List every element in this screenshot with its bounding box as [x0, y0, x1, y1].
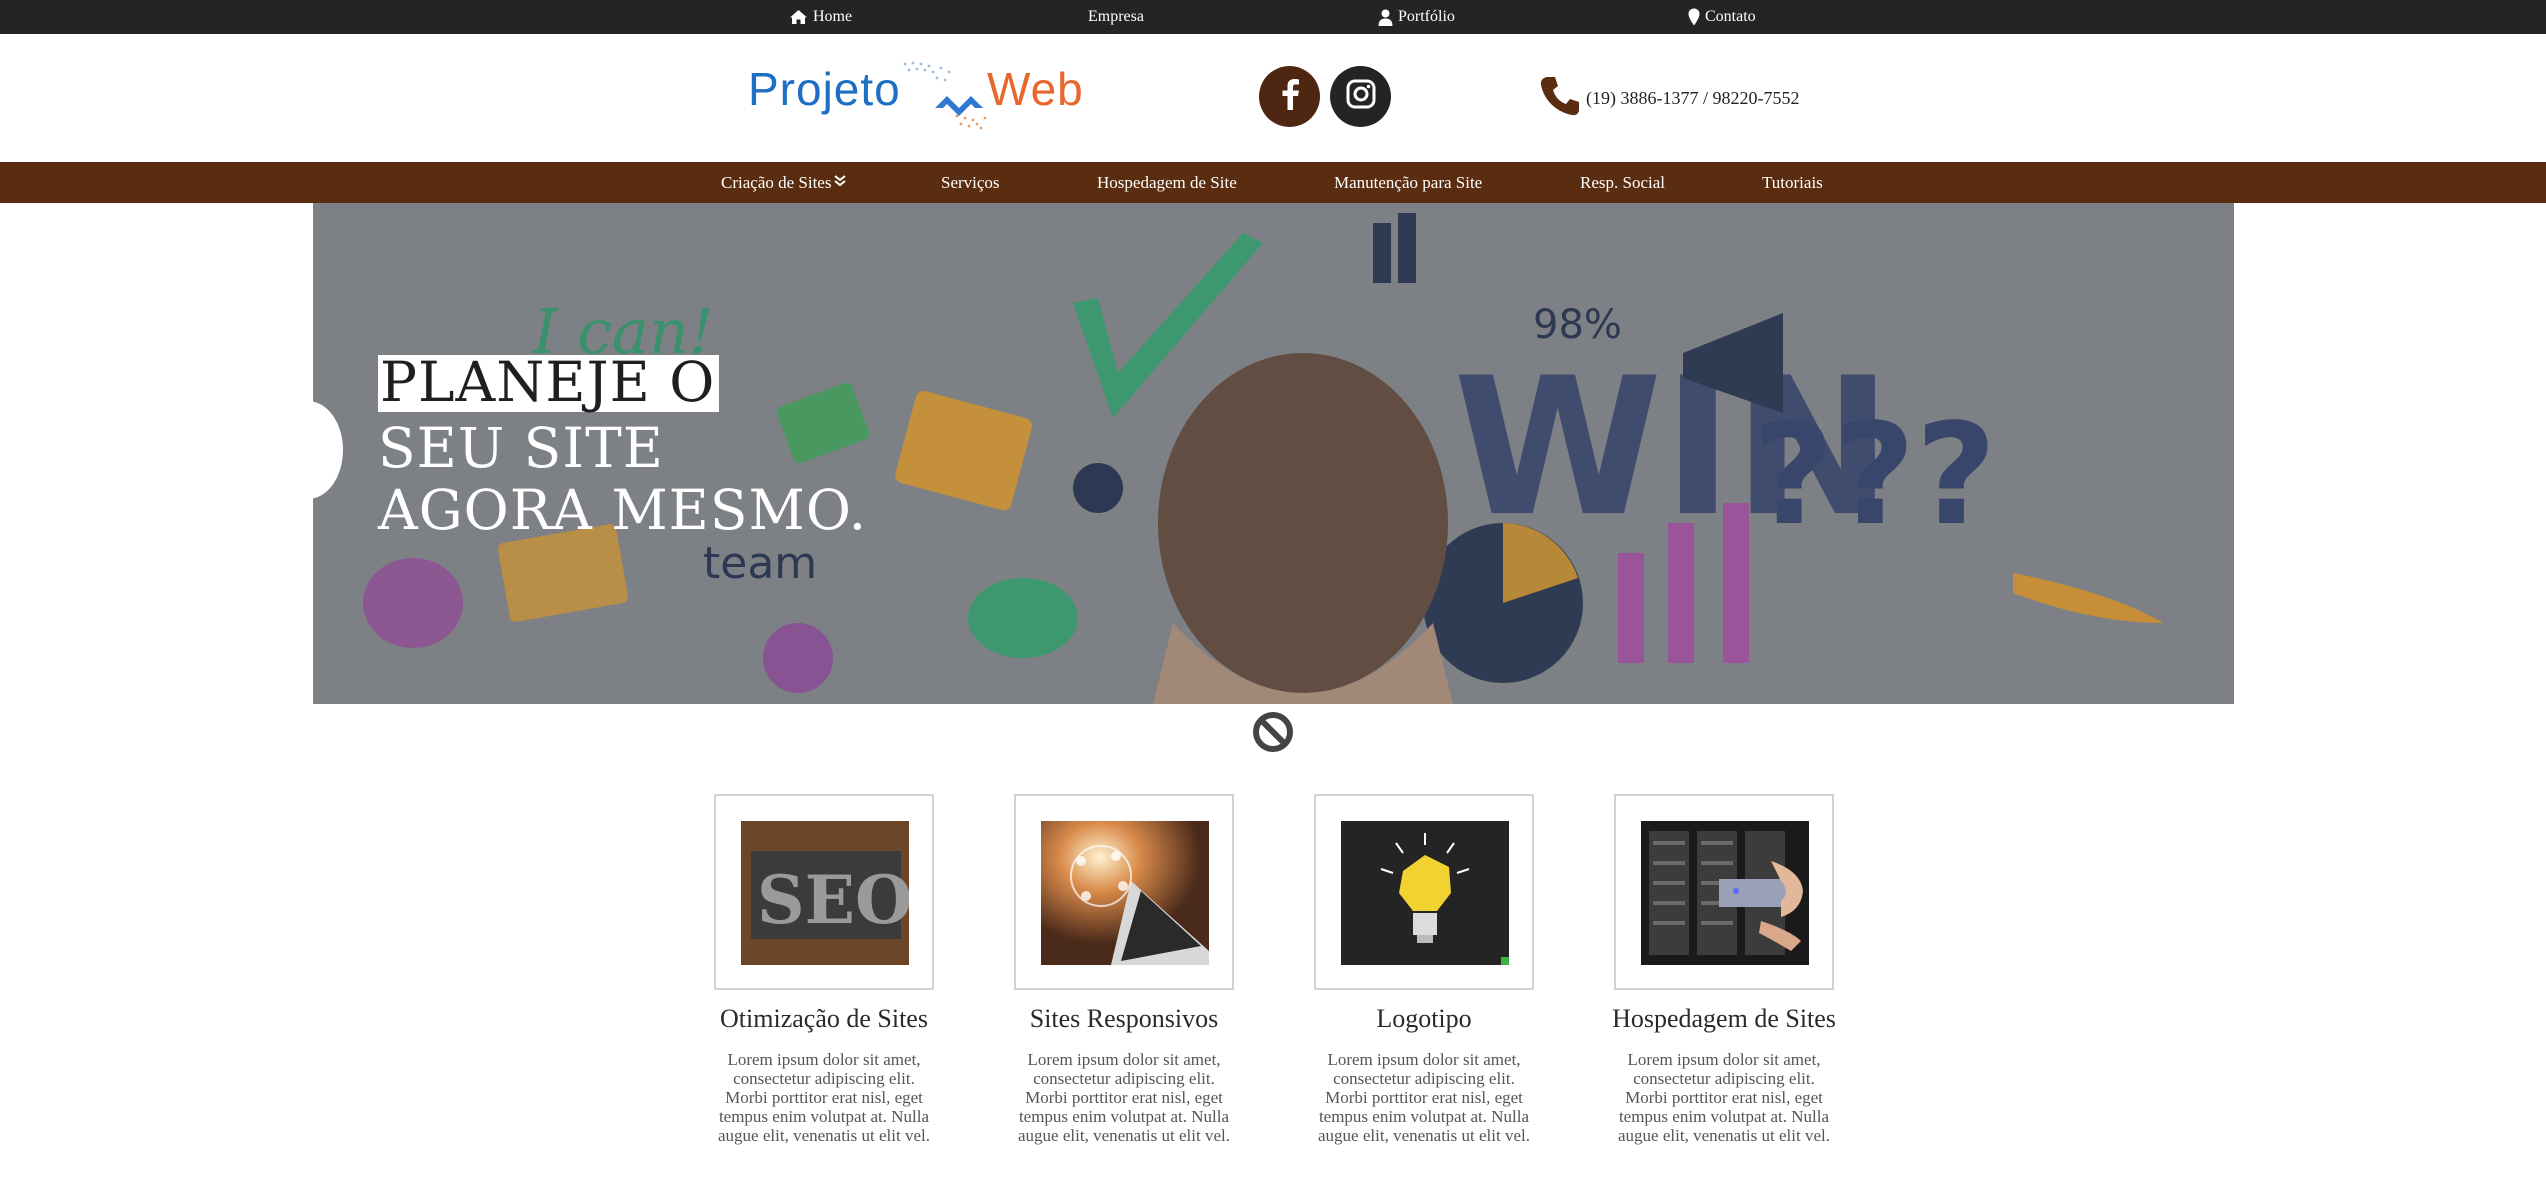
feature-card-image-frame: SEO	[714, 794, 934, 990]
feature-card-hospedagem[interactable]: Hospedagem de Sites Lorem ipsum dolor si…	[1612, 794, 1836, 1145]
phone-number: (19) 3886-1377 / 98220-7552	[1586, 87, 1800, 108]
map-pin-icon	[1688, 8, 1700, 26]
instagram-button[interactable]	[1330, 66, 1391, 127]
top-bar: Home Empresa Portfólio Contato	[0, 0, 2546, 34]
feature-card-image-frame	[1314, 794, 1534, 990]
nav-item-hospedagem-label: Hospedagem de Site	[1097, 173, 1237, 192]
top-nav-empresa[interactable]: Empresa	[1088, 0, 1144, 34]
nav-item-resp-social[interactable]: Resp. Social	[1580, 162, 1665, 203]
feature-card-title: Sites Responsivos	[1029, 1004, 1219, 1033]
server-image	[1641, 821, 1809, 965]
seo-image-text: SEO	[757, 861, 909, 939]
chevron-down-icon	[833, 163, 847, 202]
nav-item-manutencao[interactable]: Manutenção para Site	[1334, 162, 1482, 203]
nav-item-servicos-label: Serviços	[941, 173, 1000, 192]
facebook-icon	[1280, 78, 1300, 115]
top-nav-empresa-label: Empresa	[1088, 8, 1144, 25]
feature-card-text: Lorem ipsum dolor sit amet, consectetur …	[1618, 1050, 1830, 1145]
top-nav-contato[interactable]: Contato	[1688, 0, 1756, 34]
hero-headline-line3: AGORA MESMO.	[378, 478, 868, 542]
feature-card-image-frame	[1014, 794, 1234, 990]
feature-card-text: Lorem ipsum dolor sit amet, consectetur …	[1018, 1050, 1230, 1145]
feature-card-image-frame	[1614, 794, 1834, 990]
logo[interactable]: Projeto Web	[745, 58, 1115, 134]
top-nav-portfolio[interactable]: Portfólio	[1378, 0, 1455, 34]
feature-card-title: Otimização de Sites	[720, 1004, 928, 1033]
nav-item-resp-social-label: Resp. Social	[1580, 173, 1665, 192]
top-nav-contato-label: Contato	[1705, 8, 1756, 25]
facebook-button[interactable]	[1259, 66, 1320, 127]
feature-card-title: Logotipo	[1376, 1004, 1472, 1033]
hero-headline-line1: PLANEJE O	[378, 355, 720, 412]
ban-icon[interactable]	[1252, 711, 1294, 753]
top-nav-home[interactable]: Home	[789, 0, 852, 34]
nav-item-servicos[interactable]: Serviços	[941, 162, 1000, 203]
feature-card-logotipo[interactable]: Logotipo Lorem ipsum dolor sit amet, con…	[1314, 794, 1534, 1145]
nav-item-criacao-de-sites[interactable]: Criação de Sites	[721, 162, 847, 203]
nav-item-hospedagem[interactable]: Hospedagem de Site	[1097, 162, 1237, 203]
feature-card-responsive[interactable]: Sites Responsivos Lorem ipsum dolor sit …	[1014, 794, 1234, 1145]
logo-text-web: Web	[987, 63, 1084, 115]
instagram-icon	[1346, 79, 1376, 114]
main-nav: Criação de Sites Serviços Hospedagem de …	[0, 162, 2546, 203]
seo-image: SEO	[741, 821, 909, 965]
nav-item-tutoriais-label: Tutoriais	[1762, 173, 1823, 192]
logo-text-projeto: Projeto	[748, 63, 901, 115]
user-icon	[1378, 9, 1393, 26]
hero-banner: I can! WIN team 98% ??? PLANEJE O SEU SI…	[313, 203, 2234, 704]
home-icon	[789, 9, 808, 25]
phone-contact[interactable]: (19) 3886-1377 / 98220-7552	[1540, 76, 1799, 120]
top-nav-home-label: Home	[813, 8, 853, 25]
hero-headline-line2: SEU SITE	[378, 416, 664, 480]
feature-card-text: Lorem ipsum dolor sit amet, consectetur …	[1318, 1050, 1530, 1145]
responsive-image	[1041, 821, 1209, 965]
feature-card-text: Lorem ipsum dolor sit amet, consectetur …	[718, 1050, 930, 1145]
top-nav-portfolio-label: Portfólio	[1398, 8, 1455, 25]
nav-item-criacao-label: Criação de Sites	[721, 173, 832, 192]
phone-icon	[1540, 75, 1580, 122]
nav-item-manutencao-label: Manutenção para Site	[1334, 173, 1483, 192]
lightbulb-image	[1341, 821, 1509, 965]
nav-item-tutoriais[interactable]: Tutoriais	[1762, 162, 1823, 203]
feature-card-seo[interactable]: SEO Otimização de Sites Lorem ipsum dolo…	[714, 794, 934, 1145]
feature-card-title: Hospedagem de Sites	[1612, 1004, 1836, 1033]
